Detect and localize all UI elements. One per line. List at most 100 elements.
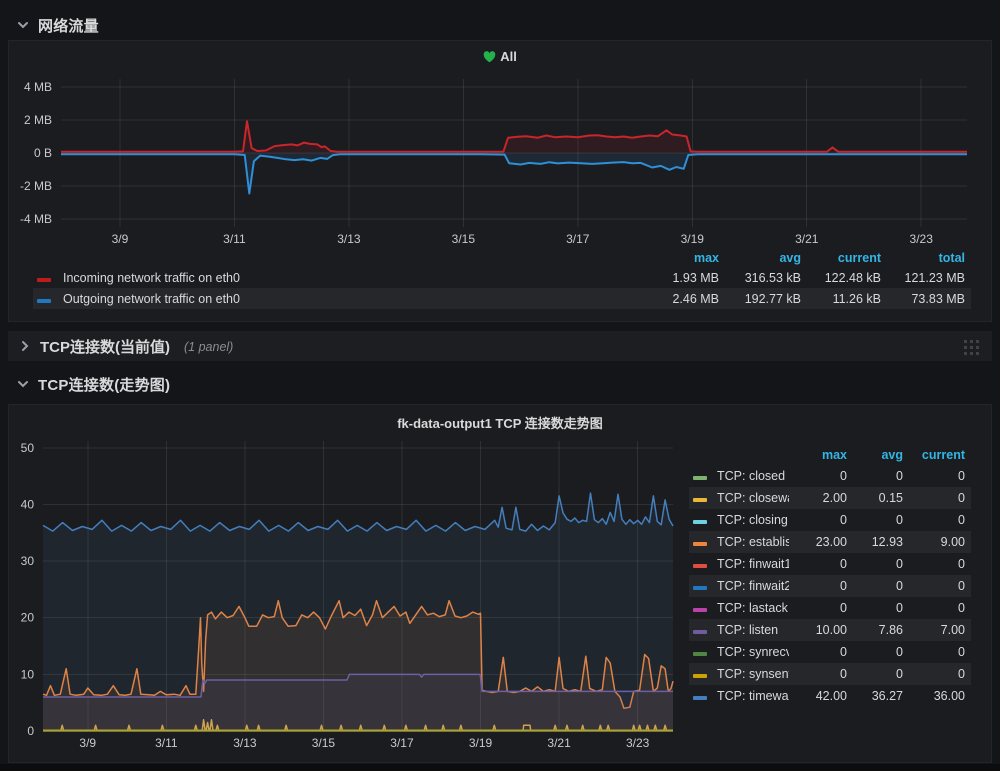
series-value: 121.23 MB (887, 271, 971, 285)
series-value: 316.53 kB (725, 271, 807, 285)
series-color-swatch[interactable] (693, 608, 707, 612)
legend-header: maxavgcurrenttotal (33, 249, 971, 267)
series-value: 0 (909, 579, 971, 593)
chevron-right-icon (18, 339, 32, 353)
series-label[interactable]: Outgoing network traffic on eth0 (57, 292, 637, 306)
series-color-swatch[interactable] (37, 278, 51, 282)
series-value: 0 (909, 469, 971, 483)
series-label[interactable]: TCP: established (711, 535, 789, 549)
bottom-edge (0, 764, 1000, 771)
series-color-swatch[interactable] (693, 564, 707, 568)
series-value: 0 (909, 513, 971, 527)
svg-text:3/21: 3/21 (547, 736, 571, 750)
row-title-tcp-current: TCP连接数(当前值) (40, 336, 170, 357)
series-label[interactable]: TCP: lastack (711, 601, 789, 615)
row-header-tcp-trend[interactable]: TCP连接数(走势图) (16, 372, 170, 396)
series-value: 0 (909, 557, 971, 571)
svg-text:30: 30 (21, 554, 35, 568)
series-value: 1.93 MB (637, 271, 725, 285)
series-value: 11.26 kB (807, 292, 887, 306)
drag-handle-icon[interactable] (962, 337, 980, 357)
series-color-swatch[interactable] (693, 696, 707, 700)
series-label[interactable]: TCP: finwait1 (711, 557, 789, 571)
svg-text:-4 MB: -4 MB (20, 212, 52, 226)
legend-row: TCP: closing000 (689, 509, 971, 531)
svg-text:3/19: 3/19 (469, 736, 493, 750)
legend-row: TCP: closewait2.000.150 (689, 487, 971, 509)
panel-network-traffic: All 4 MB2 MB0 B-2 MB-4 MB3/93/113/133/15… (8, 40, 992, 322)
svg-text:-2 MB: -2 MB (20, 179, 52, 193)
svg-text:40: 40 (21, 497, 35, 511)
series-color-swatch[interactable] (693, 498, 707, 502)
legend-column-max[interactable]: max (789, 448, 853, 462)
series-label[interactable]: TCP: synsent (711, 667, 789, 681)
legend-column-current[interactable]: current (909, 448, 971, 462)
series-value: 9.00 (909, 535, 971, 549)
series-color-swatch[interactable] (693, 586, 707, 590)
series-value: 192.77 kB (725, 292, 807, 306)
svg-text:3/15: 3/15 (312, 736, 336, 750)
svg-text:2 MB: 2 MB (24, 113, 52, 127)
legend-column-avg[interactable]: avg (853, 448, 909, 462)
legend-column-current[interactable]: current (807, 251, 887, 265)
svg-text:3/17: 3/17 (566, 232, 590, 246)
series-label[interactable]: Incoming network traffic on eth0 (57, 271, 637, 285)
series-label[interactable]: TCP: finwait2 (711, 579, 789, 593)
panel-title-network[interactable]: All (9, 49, 991, 66)
series-value: 0 (789, 513, 853, 527)
series-color-swatch[interactable] (37, 299, 51, 303)
series-value: 12.93 (853, 535, 909, 549)
panel-tcp-trend: fk-data-output1 TCP 连接数走势图 010203040503/… (8, 404, 992, 763)
panel-count: (1 panel) (184, 340, 233, 354)
series-value: 122.48 kB (807, 271, 887, 285)
series-color-swatch[interactable] (693, 674, 707, 678)
legend-row: Incoming network traffic on eth01.93 MB3… (33, 267, 971, 288)
legend-column-max[interactable]: max (637, 251, 725, 265)
svg-text:3/21: 3/21 (795, 232, 819, 246)
series-value: 0 (853, 579, 909, 593)
legend-row: TCP: synrecv000 (689, 641, 971, 663)
network-traffic-chart[interactable]: 4 MB2 MB0 B-2 MB-4 MB3/93/113/133/153/17… (9, 67, 993, 267)
legend-header: maxavgcurrent (689, 445, 971, 465)
row-title-tcp-trend: TCP连接数(走势图) (38, 374, 170, 395)
series-label[interactable]: TCP: listen (711, 623, 789, 637)
legend-column-avg[interactable]: avg (725, 251, 807, 265)
series-value: 36.00 (909, 689, 971, 703)
legend-row: TCP: finwait1000 (689, 553, 971, 575)
series-label[interactable]: TCP: closing (711, 513, 789, 527)
legend-column-total[interactable]: total (887, 251, 971, 265)
series-color-swatch[interactable] (693, 476, 707, 480)
series-value: 36.27 (853, 689, 909, 703)
svg-text:3/9: 3/9 (112, 232, 129, 246)
row-header-network[interactable]: 网络流量 (16, 13, 99, 37)
collapsed-row-tcp-current[interactable]: TCP连接数(当前值) (1 panel) (8, 331, 992, 361)
grafana-dashboard: 网络流量 All 4 MB2 MB0 B-2 MB-4 MB3/93/113/1… (0, 0, 1000, 771)
series-value: 23.00 (789, 535, 853, 549)
legend-row: TCP: lastack000 (689, 597, 971, 619)
series-color-swatch[interactable] (693, 652, 707, 656)
series-value: 0 (853, 557, 909, 571)
svg-text:3/23: 3/23 (910, 232, 934, 246)
series-label[interactable]: TCP: timewait (711, 689, 789, 703)
series-value: 0 (789, 667, 853, 681)
svg-text:3/17: 3/17 (390, 736, 414, 750)
legend-row: TCP: synsent000 (689, 663, 971, 685)
svg-text:3/19: 3/19 (681, 232, 705, 246)
series-color-swatch[interactable] (693, 520, 707, 524)
legend-row: Outgoing network traffic on eth02.46 MB1… (33, 288, 971, 309)
svg-text:4 MB: 4 MB (24, 80, 52, 94)
series-color-swatch[interactable] (693, 542, 707, 546)
series-value: 0 (853, 469, 909, 483)
series-label[interactable]: TCP: closed (711, 469, 789, 483)
series-value: 7.86 (853, 623, 909, 637)
series-area (43, 493, 673, 731)
series-value: 0.15 (853, 491, 909, 505)
chevron-down-icon (16, 377, 30, 391)
svg-text:20: 20 (21, 611, 35, 625)
series-label[interactable]: TCP: synrecv (711, 645, 789, 659)
series-color-swatch[interactable] (693, 630, 707, 634)
series-value: 0 (909, 491, 971, 505)
svg-text:10: 10 (21, 667, 35, 681)
series-value: 73.83 MB (887, 292, 971, 306)
series-label[interactable]: TCP: closewait (711, 491, 789, 505)
